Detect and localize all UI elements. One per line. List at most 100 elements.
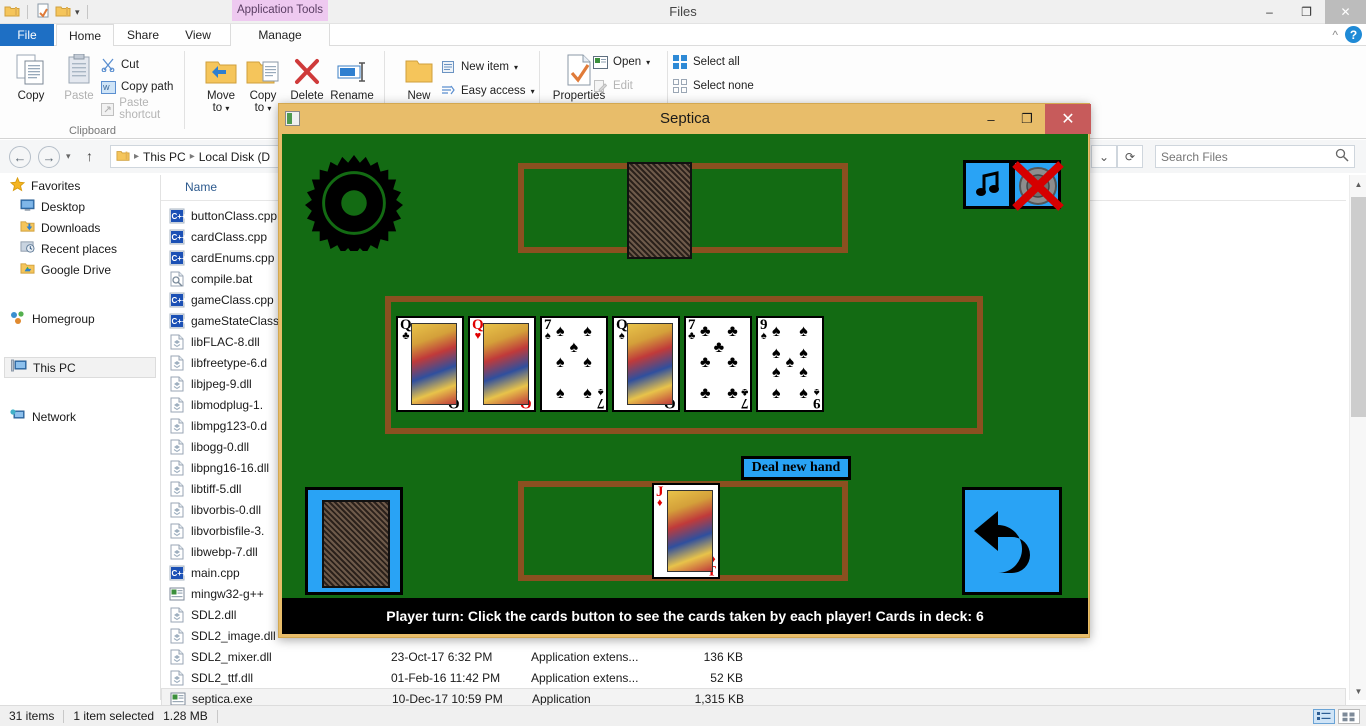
refresh-button[interactable]: ⟳ — [1117, 145, 1143, 168]
large-icons-view-button[interactable] — [1338, 709, 1360, 724]
card-suit: ♠ — [760, 330, 767, 342]
settings-button[interactable] — [305, 153, 403, 256]
sound-toggle-button[interactable] — [1012, 160, 1064, 211]
view-mode-buttons[interactable] — [1313, 709, 1360, 724]
opponent-card-back[interactable] — [627, 162, 692, 259]
card-face-art — [411, 323, 457, 405]
game-minimize-button[interactable]: – — [973, 104, 1009, 134]
sidebar-item-favorites[interactable]: Favorites — [0, 175, 160, 196]
open-menu-item[interactable]: Open ▾ — [592, 51, 650, 73]
forward-button[interactable]: → — [38, 146, 60, 168]
dll-icon — [169, 544, 185, 560]
explorer-close-button[interactable]: ✕ — [1325, 0, 1366, 24]
details-view-button[interactable] — [1313, 709, 1335, 724]
search-input[interactable] — [1161, 149, 1335, 164]
back-button[interactable]: ← — [9, 146, 31, 168]
sidebar-label-desktop: Desktop — [41, 199, 86, 214]
sidebar-item-homegroup[interactable]: Homegroup — [0, 308, 160, 329]
easy-access-icon — [440, 83, 456, 99]
card-pip: ♠ — [799, 344, 808, 362]
ribbon-help-area[interactable]: ^ ? — [1332, 26, 1362, 43]
easy-access-chevron-down-icon[interactable]: ▾ — [531, 87, 535, 96]
explorer-maximize-button[interactable]: ❐ — [1288, 0, 1325, 24]
ribbon-group-clipboard: Copy Paste Cut W Copy path Paste shortcu… — [0, 46, 185, 139]
playing-card[interactable]: J♦J♦ — [652, 483, 720, 579]
sidebar-item-google-drive[interactable]: Google Drive — [0, 259, 160, 280]
tab-view[interactable]: View — [172, 24, 224, 46]
paste-shortcut-menu-item[interactable]: Paste shortcut — [100, 97, 185, 121]
select-all-menu-item[interactable]: Select all — [672, 51, 740, 73]
scroll-up-icon[interactable]: ▲ — [1350, 175, 1366, 193]
deal-new-hand-button[interactable]: Deal new hand — [741, 456, 851, 480]
select-all-label: Select all — [693, 56, 740, 68]
address-history-dropdown[interactable]: ⌄ — [1091, 145, 1117, 168]
game-close-button[interactable]: ✕ — [1045, 104, 1091, 134]
card-suit: ♦ — [656, 497, 663, 509]
new-item-chevron-down-icon[interactable]: ▾ — [514, 63, 518, 72]
sidebar-item-this-pc[interactable]: This PC — [4, 357, 156, 378]
game-window-buttons[interactable]: – ❐ ✕ — [973, 104, 1091, 134]
game-maximize-button[interactable]: ❐ — [1009, 104, 1045, 134]
sidebar-item-downloads[interactable]: Downloads — [0, 217, 160, 238]
column-header-name[interactable]: Name — [185, 180, 217, 194]
card-pip-grid: ♣ ♣ ♣ ♣ ♣ ♣ ♣ — [700, 324, 744, 404]
tab-file[interactable]: File — [0, 24, 54, 46]
cpp-icon: C++ — [169, 292, 187, 308]
explorer-minimize-button[interactable]: – — [1251, 0, 1288, 24]
playing-card[interactable]: 7 ♠ 7 ♠ ♠ ♠ ♠ ♠ ♠ ♠ ♠ — [540, 316, 608, 412]
tab-manage[interactable]: Manage — [230, 24, 330, 46]
table-row[interactable]: SDL2_ttf.dll 01-Feb-16 11:42 PM Applicatio… — [161, 667, 1346, 688]
playing-card[interactable]: Q♣Q♣ — [396, 316, 464, 412]
card-pip: ♠ — [799, 323, 808, 340]
copy-path-menu-item[interactable]: W Copy path — [100, 76, 173, 98]
playing-card[interactable]: 7 ♣ 7 ♣ ♣ ♣ ♣ ♣ ♣ ♣ ♣ — [684, 316, 752, 412]
music-toggle-button[interactable] — [963, 160, 1012, 209]
copy-button[interactable]: Copy — [6, 52, 56, 102]
sidebar-item-recent-places[interactable]: Recent places — [0, 238, 160, 259]
undo-button[interactable] — [962, 487, 1062, 595]
deck-pile-button[interactable] — [305, 487, 403, 595]
svg-text:C++: C++ — [172, 212, 186, 221]
tab-share[interactable]: Share — [116, 24, 170, 46]
new-item-menu-item[interactable]: New item ▾ — [440, 56, 518, 78]
open-chevron-down-icon[interactable]: ▾ — [646, 58, 650, 67]
network-icon — [10, 408, 26, 425]
game-board[interactable]: Q♣Q♣Q♥Q♥7♠7♠♠♠♠♠♠♠♠Q♠Q♠7♣7♣♣♣♣♣♣♣♣9♠9♠♠♠… — [282, 134, 1088, 634]
paste-button[interactable]: Paste — [54, 52, 104, 102]
up-button[interactable]: ↑ — [86, 148, 93, 164]
breadcrumb-item-local-disk[interactable]: Local Disk (D — [199, 150, 270, 164]
tab-home[interactable]: Home — [56, 24, 114, 46]
new-folder-button[interactable]: New — [394, 52, 444, 102]
sidebar-label-downloads: Downloads — [41, 220, 101, 235]
file-type-cell: Application extens... — [531, 670, 639, 685]
search-box[interactable] — [1155, 145, 1355, 168]
septica-game-window[interactable]: Septica – ❐ ✕ Q ♣ Q ♥ 7 ♠ 7 ♠ ♠ ♠ ♠ ♠ ♠ … — [278, 103, 1091, 638]
easy-access-menu-item[interactable]: Easy access ▾ — [440, 80, 535, 102]
file-list-scrollbar[interactable]: ▲ ▼ — [1349, 175, 1366, 700]
table-row[interactable]: SDL2_mixer.dll 23-Oct-17 6:32 PM Applicati… — [161, 646, 1346, 667]
copy-path-icon: W — [100, 79, 116, 95]
search-icon[interactable] — [1335, 148, 1349, 165]
playing-card[interactable]: Q♠Q♠ — [612, 316, 680, 412]
sidebar-item-desktop[interactable]: Desktop — [0, 196, 160, 217]
select-none-menu-item[interactable]: Select none — [672, 75, 754, 97]
cut-menu-item[interactable]: Cut — [100, 54, 139, 76]
scroll-down-icon[interactable]: ▼ — [1350, 682, 1366, 700]
card-pip: ♠ — [772, 344, 781, 362]
delete-button[interactable]: Delete — [282, 52, 332, 102]
easy-access-label: Easy access — [461, 85, 526, 97]
collapse-ribbon-icon[interactable]: ^ — [1332, 28, 1338, 42]
recent-locations-dropdown[interactable]: ▾ — [66, 151, 71, 162]
sidebar-item-network[interactable]: Network — [0, 406, 160, 427]
edit-menu-item[interactable]: Edit — [592, 75, 633, 97]
help-icon[interactable]: ? — [1345, 26, 1362, 43]
file-name-label: libfreetype-6.d — [191, 355, 268, 370]
breadcrumb-item-this-pc[interactable]: This PC — [143, 150, 186, 164]
explorer-window-buttons[interactable]: – ❐ ✕ — [1251, 0, 1366, 24]
breadcrumb-sep-1: ▸ — [189, 151, 195, 162]
playing-card[interactable]: 9 ♠ 9 ♠ ♠ ♠ ♠ ♠ ♠ ♠ ♠ ♠ ♠ — [756, 316, 824, 412]
ribbon-tab-strip[interactable]: File Home Share View Manage — [0, 24, 1366, 46]
scrollbar-thumb[interactable] — [1351, 197, 1366, 417]
playing-card[interactable]: Q♥Q♥ — [468, 316, 536, 412]
rename-button[interactable]: Rename — [327, 52, 377, 102]
